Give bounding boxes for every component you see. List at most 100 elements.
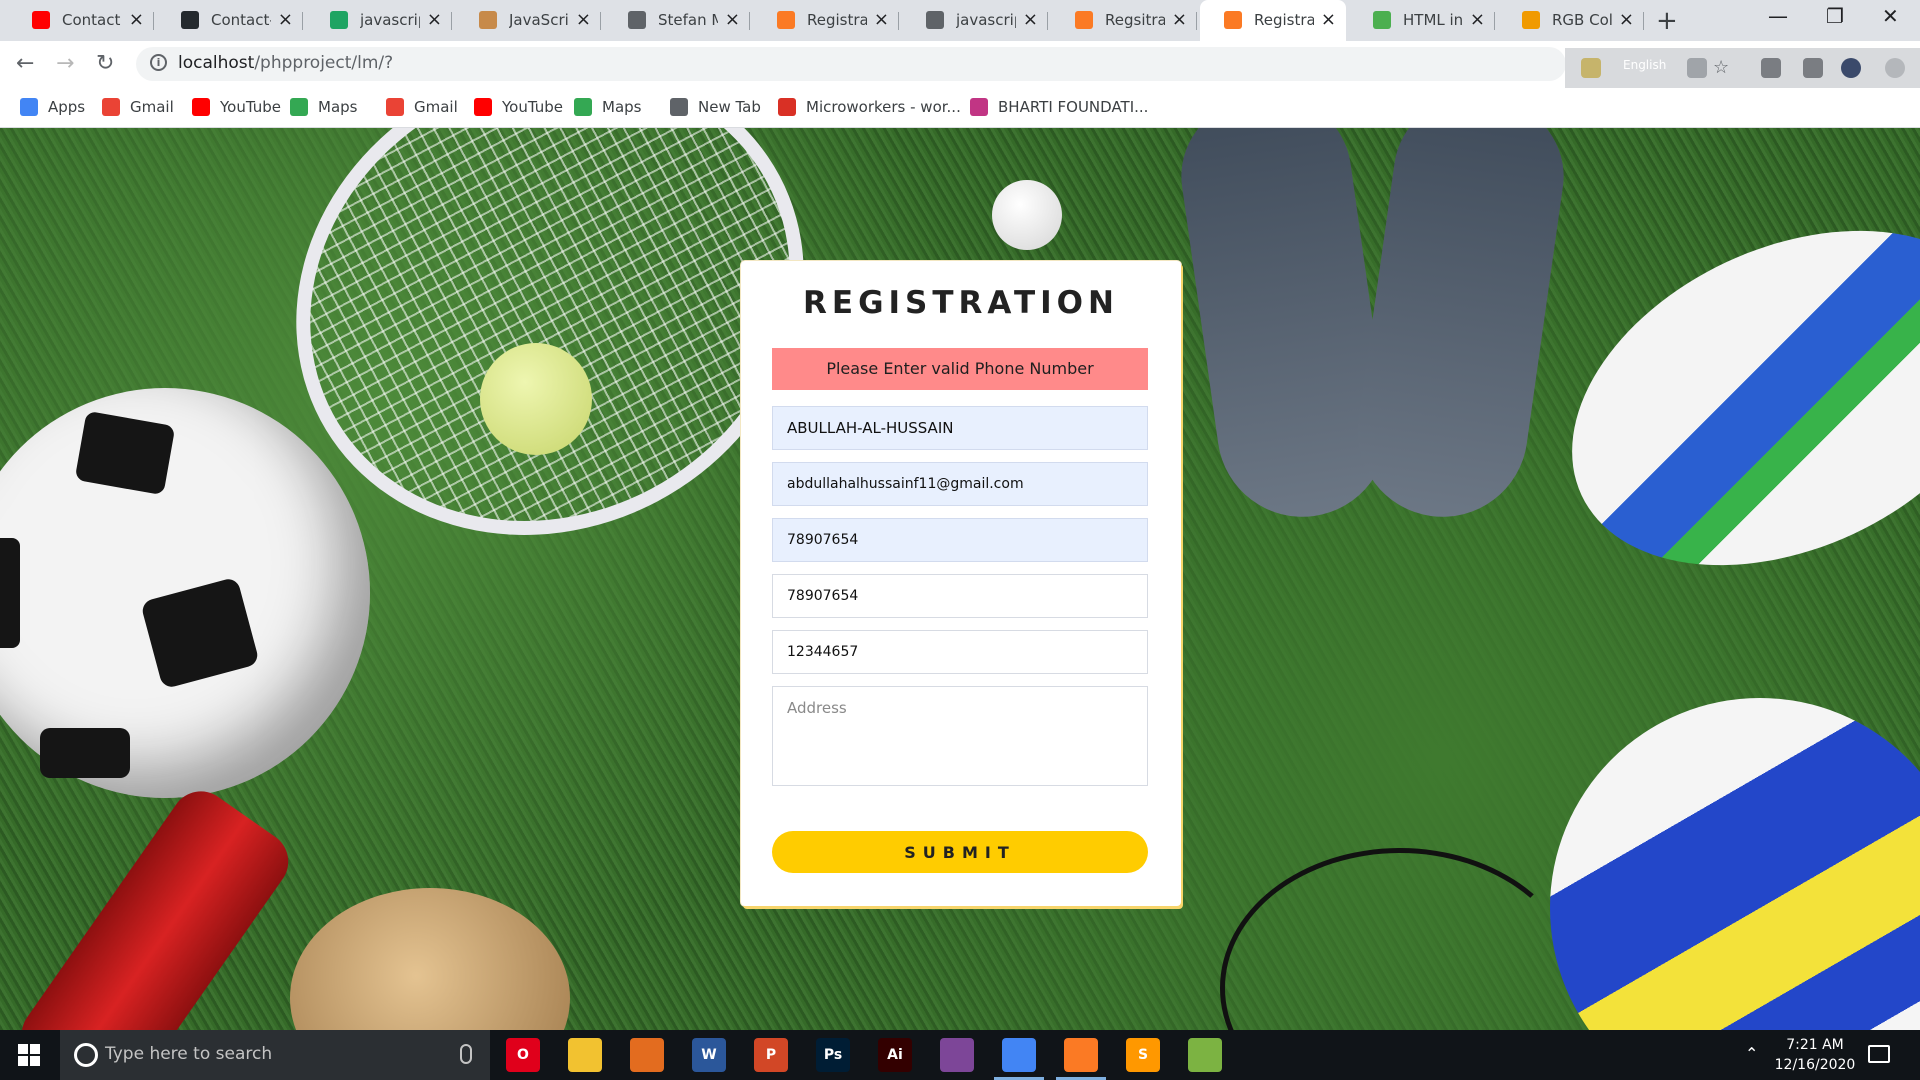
close-tab-icon[interactable]: × <box>129 9 144 30</box>
cloud-icon[interactable] <box>1687 58 1707 78</box>
jump-rope-image <box>1220 848 1580 1030</box>
bookmark-item[interactable]: Microworkers - wor... <box>778 96 961 118</box>
close-tab-icon[interactable]: × <box>1023 9 1038 30</box>
address-bar[interactable]: i localhost/phpproject/lm/? <box>136 47 1566 81</box>
bookmark-star-icon[interactable]: ☆ <box>1713 58 1733 78</box>
cortana-icon[interactable] <box>74 1043 98 1067</box>
bookmark-item[interactable]: New Tab <box>670 96 761 118</box>
email-input[interactable] <box>772 462 1148 506</box>
tab-divider <box>898 12 899 30</box>
language-label[interactable]: English <box>1623 58 1666 72</box>
profile-avatar-icon[interactable] <box>1841 58 1861 78</box>
site-info-icon[interactable]: i <box>150 54 167 71</box>
matlab-icon[interactable] <box>630 1038 664 1072</box>
browser-tab[interactable]: javascript × <box>902 0 1048 41</box>
close-tab-icon[interactable]: × <box>576 9 591 30</box>
url-text[interactable]: localhost/phpproject/lm/? <box>178 53 393 73</box>
file-explorer-icon[interactable] <box>568 1038 602 1072</box>
windows-taskbar: Type here to search O W P Ps Ai S ⌃ 7:21 AM 1… <box>0 1030 1920 1080</box>
close-tab-icon[interactable]: × <box>874 9 889 30</box>
bookmark-label: Microworkers - wor... <box>806 98 961 116</box>
bookmark-item[interactable]: YouTube <box>192 96 281 118</box>
show-hidden-icons-icon[interactable]: ⌃ <box>1745 1044 1758 1063</box>
bookmark-item[interactable]: Maps <box>290 96 357 118</box>
browser-tab[interactable]: javascript × <box>306 0 452 41</box>
update-menu-icon[interactable] <box>1885 58 1905 78</box>
browser-tab[interactable]: JavaScript × <box>455 0 601 41</box>
phone-confirm-input[interactable] <box>772 574 1148 618</box>
browser-tab[interactable]: RGB Color × <box>1498 0 1644 41</box>
sublime-text-icon[interactable]: S <box>1126 1038 1160 1072</box>
clock-time: 7:21 AM <box>1786 1037 1844 1053</box>
browser-tab[interactable]: Registratio × <box>753 0 899 41</box>
phone-input[interactable] <box>772 518 1148 562</box>
browser-tab[interactable]: Contact U × <box>8 0 154 41</box>
forward-arrow-icon[interactable]: → <box>56 51 74 76</box>
taskbar-search-box[interactable]: Type here to search <box>60 1030 490 1080</box>
tab-title: Registratio <box>807 11 867 29</box>
restore-window-icon[interactable]: ❐ <box>1826 4 1844 28</box>
bookmark-label: Maps <box>318 98 358 116</box>
powerpoint-icon[interactable]: P <box>754 1038 788 1072</box>
tab-divider <box>749 12 750 30</box>
close-tab-icon[interactable]: × <box>1321 9 1336 30</box>
reload-icon[interactable]: ↻ <box>96 51 114 76</box>
page-background: REGISTRATION Please Enter valid Phone Nu… <box>0 128 1920 1030</box>
notepad-plus-icon[interactable] <box>1188 1038 1222 1072</box>
bookmark-item[interactable]: Gmail <box>102 96 174 118</box>
browser-tab[interactable]: Stefan Mis × <box>604 0 750 41</box>
gmail-icon <box>102 98 120 116</box>
name-input[interactable] <box>772 406 1148 450</box>
bookmark-item[interactable]: Maps <box>574 96 641 118</box>
bookmark-label: Gmail <box>130 98 174 116</box>
bookmark-item[interactable]: Apps <box>20 96 85 118</box>
address-textarea[interactable] <box>772 686 1148 786</box>
photoshop-icon[interactable]: Ps <box>816 1038 850 1072</box>
bookmark-item[interactable]: YouTube <box>474 96 563 118</box>
microphone-icon[interactable] <box>460 1044 472 1064</box>
tennis-ball-image <box>480 343 592 455</box>
taskbar-clock[interactable]: 7:21 AM 12/16/2020 <box>1770 1035 1860 1075</box>
new-tab-button[interactable]: + <box>1656 6 1678 36</box>
registration-card: REGISTRATION Please Enter valid Phone Nu… <box>741 261 1181 906</box>
word-icon[interactable]: W <box>692 1038 726 1072</box>
back-arrow-icon[interactable]: ← <box>16 51 34 76</box>
minimize-icon[interactable]: — <box>1768 4 1788 28</box>
notification-center-icon[interactable] <box>1868 1045 1890 1063</box>
youtube-icon <box>474 98 492 116</box>
browser-tab-strip: Contact U×Contact-u×javascript×JavaScrip… <box>0 0 1920 41</box>
google-drive-icon <box>330 11 348 29</box>
browser-tab[interactable]: HTML inp × <box>1349 0 1495 41</box>
bookmark-item[interactable]: BHARTI FOUNDATI... <box>970 96 1148 118</box>
tab-divider <box>1196 12 1197 30</box>
browser-tab[interactable]: Contact-u × <box>157 0 303 41</box>
illustrator-icon[interactable]: Ai <box>878 1038 912 1072</box>
volleyball-image <box>1550 698 1920 1030</box>
browser-tab[interactable]: Registratio × <box>1200 0 1346 41</box>
submit-button[interactable]: SUBMIT <box>772 831 1148 873</box>
search-placeholder: Type here to search <box>105 1044 273 1064</box>
chrome-icon[interactable] <box>994 1038 1044 1080</box>
globe-icon <box>670 98 688 116</box>
bookmark-item[interactable]: Gmail <box>386 96 458 118</box>
xampp-icon[interactable] <box>1056 1038 1106 1080</box>
translate-extension-icon[interactable] <box>1581 58 1601 78</box>
close-tab-icon[interactable]: × <box>1172 9 1187 30</box>
tor-browser-icon[interactable] <box>940 1038 974 1072</box>
error-alert: Please Enter valid Phone Number <box>772 348 1148 390</box>
bookmark-label: New Tab <box>698 98 761 116</box>
tab-divider <box>1643 12 1644 30</box>
extension-icon[interactable] <box>1761 58 1781 78</box>
browser-tab[interactable]: Regsitratio × <box>1051 0 1197 41</box>
close-tab-icon[interactable]: × <box>1470 9 1485 30</box>
puzzle-extensions-icon[interactable] <box>1803 58 1823 78</box>
close-tab-icon[interactable]: × <box>1619 9 1634 30</box>
rugby-ball-image <box>1518 164 1920 632</box>
close-tab-icon[interactable]: × <box>725 9 740 30</box>
opera-icon[interactable]: O <box>506 1038 540 1072</box>
number-input[interactable] <box>772 630 1148 674</box>
close-window-icon[interactable]: ✕ <box>1882 4 1899 28</box>
close-tab-icon[interactable]: × <box>427 9 442 30</box>
windows-start-icon[interactable] <box>18 1044 40 1066</box>
close-tab-icon[interactable]: × <box>278 9 293 30</box>
